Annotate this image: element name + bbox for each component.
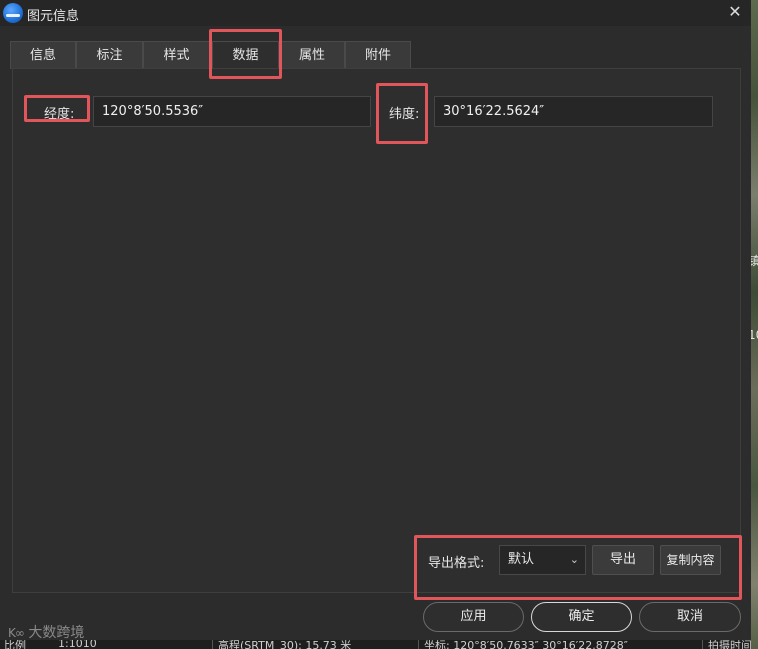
- longitude-label: 经度:: [44, 107, 75, 122]
- copy-content-button[interactable]: 复制内容: [660, 545, 721, 575]
- status-divider: [418, 640, 419, 649]
- status-capture-time: 拍摄时间: [708, 640, 751, 649]
- close-icon[interactable]: ✕: [724, 1, 746, 23]
- tab-data[interactable]: 数据: [212, 41, 279, 69]
- status-scale-label: 比例: [4, 640, 26, 649]
- status-bar: 比例 1:1010 高程(SRTM_30): 15.73 米 坐标: 120°8…: [0, 640, 751, 649]
- apply-button[interactable]: 应用: [423, 602, 524, 632]
- cancel-button[interactable]: 取消: [639, 602, 741, 632]
- app-logo-icon: [3, 3, 23, 23]
- feature-info-dialog: 图元信息 ✕ 信息 标注 样式 数据 属性 附件 经度: 120°8′50.55…: [0, 0, 751, 640]
- screen: 镇 10 图元信息 ✕ 信息 标注 样式 数据 属性 附件 经度: 120°8′…: [0, 0, 758, 649]
- export-format-value: 默认: [508, 552, 535, 567]
- status-divider: [702, 640, 703, 649]
- watermark-text: 大数跨境: [28, 625, 85, 641]
- watermark: K∞ 大数跨境: [8, 622, 84, 642]
- status-divider: [212, 640, 213, 649]
- ok-button[interactable]: 确定: [531, 602, 632, 632]
- tab-attachments[interactable]: 附件: [345, 41, 411, 69]
- status-elevation: 高程(SRTM_30): 15.73 米: [218, 640, 352, 649]
- export-format-select[interactable]: 默认 ⌄: [499, 545, 586, 575]
- export-button[interactable]: 导出: [592, 545, 654, 575]
- latitude-field[interactable]: 30°16′22.5624″: [434, 96, 713, 127]
- tab-info[interactable]: 信息: [10, 41, 76, 69]
- chevron-down-icon: ⌄: [569, 553, 579, 566]
- status-coordinates: 坐标: 120°8′50.7633″ 30°16′22.8728″: [424, 640, 628, 649]
- map-background[interactable]: [751, 0, 758, 649]
- tab-attributes[interactable]: 属性: [279, 41, 345, 69]
- tab-annotation[interactable]: 标注: [76, 41, 143, 69]
- export-format-label: 导出格式:: [428, 556, 485, 571]
- tab-style[interactable]: 样式: [143, 41, 210, 69]
- watermark-logo-icon: K∞: [8, 626, 25, 640]
- dialog-title: 图元信息: [27, 9, 80, 24]
- latitude-label: 纬度:: [389, 107, 420, 122]
- title-bar[interactable]: 图元信息 ✕: [0, 0, 751, 26]
- data-tab-panel: [12, 68, 741, 593]
- status-scale-value: 1:1010: [58, 640, 97, 649]
- longitude-field[interactable]: 120°8′50.5536″: [93, 96, 371, 127]
